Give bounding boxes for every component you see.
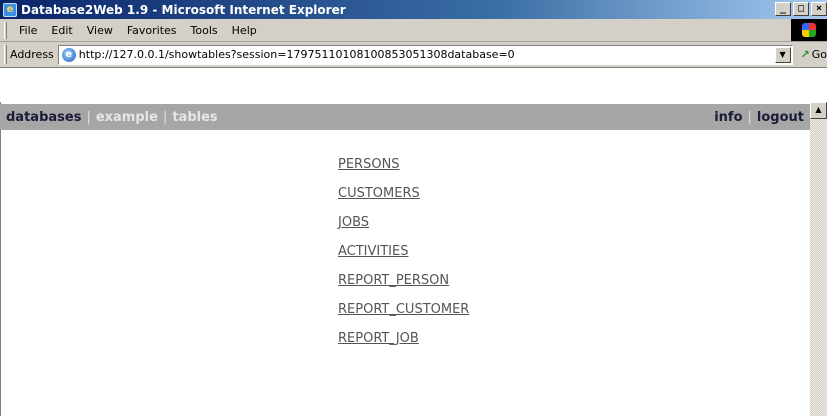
- windows-flag-icon: [802, 23, 816, 37]
- address-grip[interactable]: [4, 45, 7, 64]
- nav-tables-link[interactable]: tables: [172, 110, 217, 125]
- nav-databases-link[interactable]: databases: [6, 110, 81, 125]
- title-bar: e Database2Web 1.9 - Microsoft Internet …: [0, 0, 827, 19]
- scroll-up-button[interactable]: ▲: [810, 102, 827, 119]
- vertical-scrollbar[interactable]: ▲: [810, 102, 827, 416]
- page-viewport: databases | example | tables info | logo…: [0, 69, 827, 416]
- menu-favorites[interactable]: Favorites: [120, 24, 184, 37]
- window-title: Database2Web 1.9 - Microsoft Internet Ex…: [21, 2, 346, 17]
- ie-window-icon[interactable]: e: [3, 2, 17, 17]
- nav-breadcrumb: databases | example | tables: [0, 110, 218, 125]
- frame-edge: [0, 102, 1, 416]
- go-label: Go: [811, 48, 827, 61]
- nav-info-link[interactable]: info: [714, 110, 742, 125]
- menu-bar: File Edit View Favorites Tools Help: [0, 19, 827, 42]
- table-link-activities[interactable]: ACTIVITIES: [338, 244, 469, 273]
- nav-separator: |: [162, 109, 168, 125]
- window-controls: _ □ ×: [775, 2, 827, 16]
- go-arrow-icon: ↗: [800, 48, 810, 61]
- nav-separator: |: [86, 109, 91, 125]
- table-link-report-person[interactable]: REPORT_PERSON: [338, 273, 469, 302]
- app-nav-bar: databases | example | tables info | logo…: [0, 104, 810, 130]
- menu-view[interactable]: View: [80, 24, 120, 37]
- windows-logo-throbber: [791, 19, 827, 41]
- address-bar: Address e ▼ ↗ Go: [0, 42, 827, 68]
- address-input[interactable]: [78, 48, 775, 61]
- table-list: PERSONS CUSTOMERS JOBS ACTIVITIES REPORT…: [338, 157, 469, 360]
- close-button[interactable]: ×: [811, 2, 827, 16]
- ie-page-icon: e: [61, 47, 76, 62]
- go-button[interactable]: ↗ Go: [801, 48, 827, 61]
- menu-tools[interactable]: Tools: [184, 24, 225, 37]
- nav-separator: |: [747, 109, 752, 125]
- table-link-report-job[interactable]: REPORT_JOB: [338, 331, 469, 360]
- minimize-button[interactable]: _: [775, 2, 791, 16]
- menu-edit[interactable]: Edit: [44, 24, 79, 37]
- table-link-report-customer[interactable]: REPORT_CUSTOMER: [338, 302, 469, 331]
- nav-logout-link[interactable]: logout: [757, 110, 804, 125]
- maximize-button[interactable]: □: [793, 2, 809, 16]
- table-link-customers[interactable]: CUSTOMERS: [338, 186, 469, 215]
- menu-file[interactable]: File: [12, 24, 44, 37]
- nav-example-link[interactable]: example: [96, 110, 158, 125]
- address-label: Address: [9, 48, 54, 61]
- nav-actions: info | logout: [714, 110, 810, 125]
- menu-help[interactable]: Help: [225, 24, 264, 37]
- table-link-persons[interactable]: PERSONS: [338, 157, 469, 186]
- address-dropdown-button[interactable]: ▼: [774, 46, 791, 63]
- toolbar-grip[interactable]: [4, 21, 7, 39]
- table-link-jobs[interactable]: JOBS: [338, 215, 469, 244]
- address-box: e ▼: [57, 44, 793, 65]
